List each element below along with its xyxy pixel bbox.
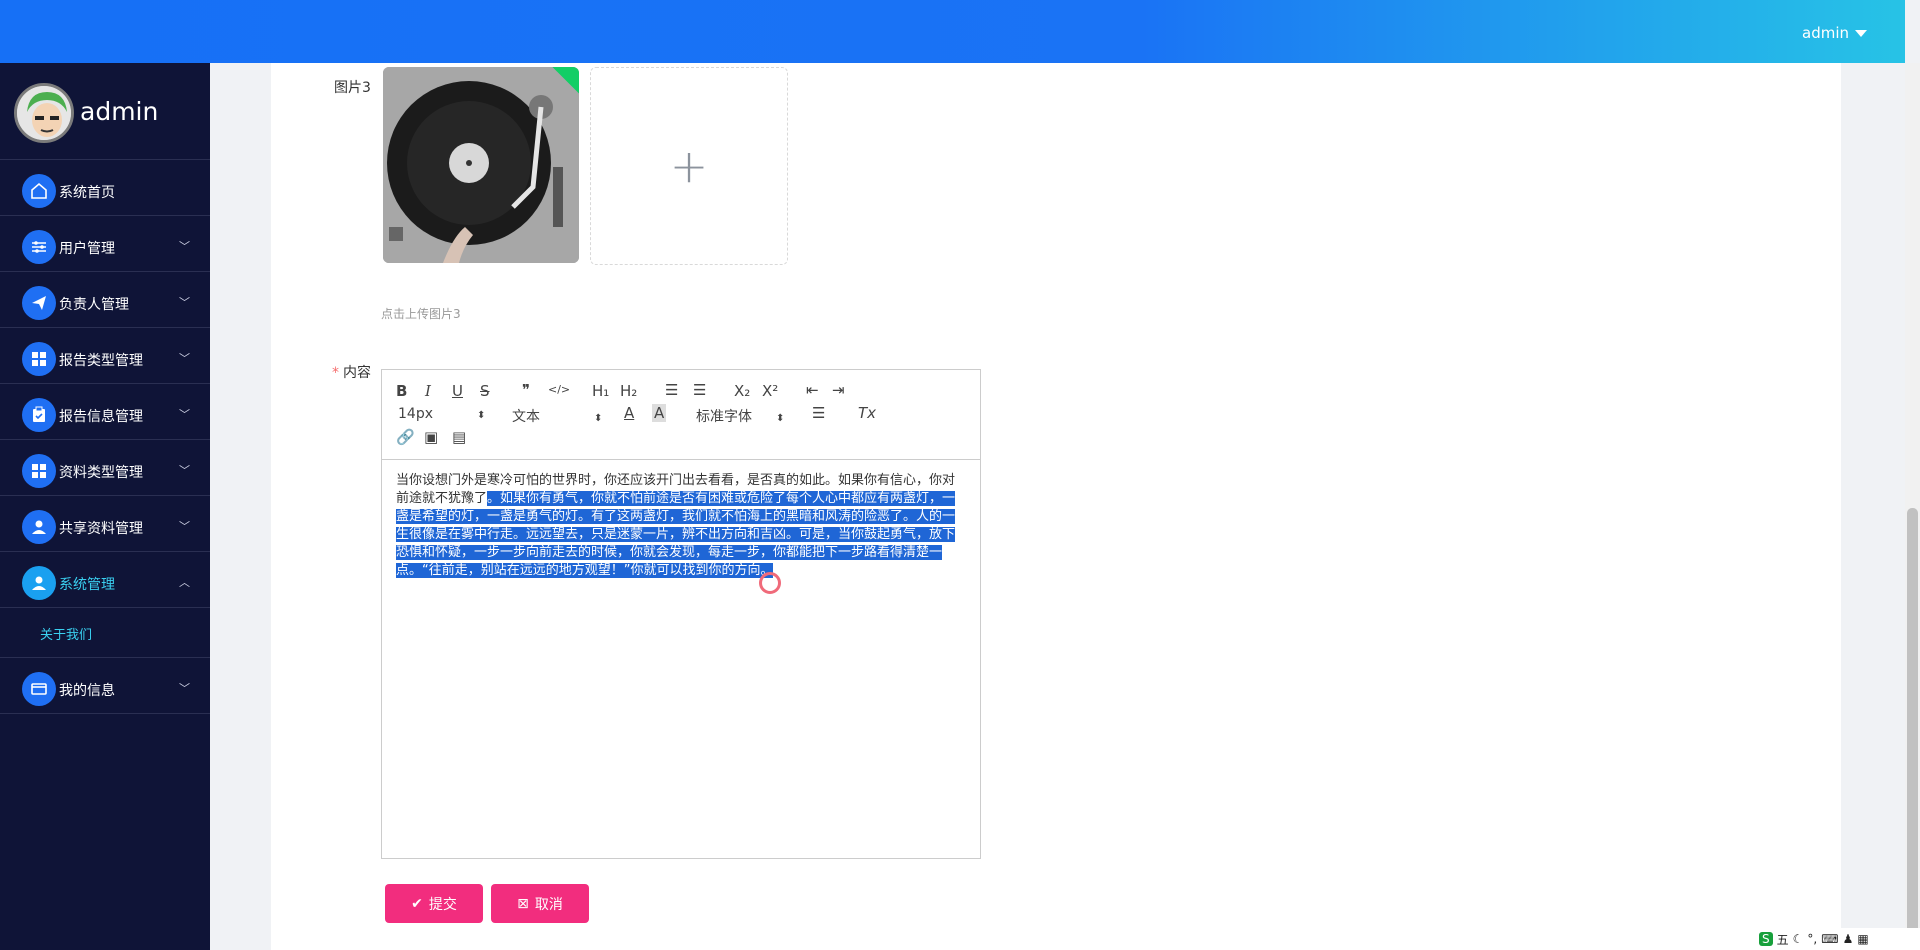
image-icon[interactable]: ▣ [424, 428, 438, 446]
clean-format-button[interactable]: Tx [858, 404, 876, 422]
chevron-down-icon: ﹀ [179, 240, 190, 253]
sidebar: admin 系统首页 用户管理 ﹀ 负责人管理 ﹀ 报告类型管理 ﹀ 报告信息管… [0, 63, 210, 950]
profile-name: admin [80, 97, 159, 126]
send-icon [22, 286, 56, 320]
h1-button[interactable]: H₁ [592, 382, 609, 400]
sidebar-item-my-info[interactable]: 我的信息 ﹀ [0, 658, 210, 714]
sidebar-item-material-types[interactable]: 资料类型管理 ﹀ [0, 440, 210, 496]
chevron-down-icon: ﹀ [179, 682, 190, 695]
user-icon [22, 510, 56, 544]
ordered-list-button[interactable]: ☰ [665, 381, 678, 399]
submit-button[interactable]: ✔ 提交 [385, 884, 483, 923]
keyboard-icon: ⌨ [1821, 932, 1839, 946]
superscript-button[interactable]: X² [762, 382, 778, 400]
punctuation-icon: °, [1807, 932, 1818, 946]
code-button[interactable]: </> [548, 383, 570, 396]
bullet-list-button[interactable]: ☰ [693, 381, 706, 399]
required-mark: * [332, 365, 339, 381]
bold-button[interactable]: B [396, 382, 407, 400]
ime-tray: S 五 ☾ °, ⌨ ♟ ▦ [1755, 928, 1920, 950]
chevron-down-icon: ﹀ [179, 352, 190, 365]
image-uploader[interactable]: + [590, 67, 788, 265]
sidebar-item-system[interactable]: 系统管理 ︿ [0, 552, 210, 608]
sidebar-item-report-types[interactable]: 报告类型管理 ﹀ [0, 328, 210, 384]
underline-button[interactable]: U [452, 382, 463, 400]
sidebar-item-label: 我的信息 [59, 683, 115, 699]
font-size-select[interactable]: 14px ⬍ [398, 406, 485, 422]
card-icon [22, 672, 56, 706]
sidebar-subitem-about[interactable]: 关于我们 [0, 608, 210, 658]
chevron-down-icon: ﹀ [179, 296, 190, 309]
background-color-icon[interactable]: A [652, 404, 667, 422]
chevron-up-icon: ︿ [179, 576, 190, 589]
font-color-icon[interactable]: A [624, 404, 634, 422]
sidebar-item-home[interactable]: 系统首页 [0, 160, 210, 216]
scrollbar-thumb[interactable] [1907, 508, 1918, 950]
close-box-icon: ⊠ [517, 895, 529, 912]
indent-button[interactable]: ⇥ [832, 381, 845, 399]
sliders-icon [22, 230, 56, 264]
uploaded-image[interactable] [383, 67, 579, 263]
click-indicator [759, 572, 781, 594]
clipboard-icon [22, 398, 56, 432]
ime-mode[interactable]: 五 [1777, 931, 1789, 948]
plus-icon: + [669, 139, 709, 193]
avatar [14, 83, 74, 143]
sidebar-item-label: 用户管理 [59, 241, 115, 257]
blockquote-button[interactable]: ❞ [522, 381, 530, 399]
top-header: admin [0, 0, 1905, 63]
user-icon: ♟ [1842, 932, 1854, 946]
check-icon: ✔ [411, 895, 423, 912]
sidebar-item-label: 系统管理 [59, 577, 115, 593]
sidebar-item-label: 系统首页 [59, 185, 115, 201]
grid-icon [22, 454, 56, 488]
grid-icon [22, 342, 56, 376]
page-scrollbar[interactable] [1905, 63, 1920, 950]
caret-down-icon [1855, 30, 1867, 37]
home-icon [22, 174, 56, 208]
strike-button[interactable]: S [480, 382, 490, 400]
chevron-down-icon: ﹀ [179, 408, 190, 421]
italic-button[interactable]: I [425, 382, 431, 400]
sidebar-item-label: 报告信息管理 [59, 409, 143, 425]
turntable-image [383, 67, 579, 263]
profile: admin [0, 63, 210, 160]
upload-tip: 点击上传图片3 [381, 307, 461, 321]
font-family-select[interactable]: 标准字体 ⬍ [696, 406, 784, 426]
user-menu[interactable]: admin [1802, 24, 1867, 42]
sidebar-item-shared-materials[interactable]: 共享资料管理 ﹀ [0, 496, 210, 552]
moon-icon: ☾ [1792, 932, 1804, 946]
rich-text-editor: B I U S ❞ </> H₁ H₂ ☰ ☰ X₂ X² ⇤ ⇥ 14px ⬍ … [381, 369, 981, 859]
sidebar-item-owners[interactable]: 负责人管理 ﹀ [0, 272, 210, 328]
editor-toolbar: B I U S ❞ </> H₁ H₂ ☰ ☰ X₂ X² ⇤ ⇥ 14px ⬍ … [382, 370, 980, 460]
sidebar-item-label: 负责人管理 [59, 297, 129, 313]
select-arrows-icon: ⬍ [477, 410, 486, 421]
apps-icon: ▦ [1857, 932, 1869, 946]
sidebar-item-label: 报告类型管理 [59, 353, 143, 369]
sidebar-item-label: 共享资料管理 [59, 521, 143, 537]
link-icon[interactable]: 🔗 [396, 428, 415, 446]
chevron-down-icon: ﹀ [179, 520, 190, 533]
block-format-select[interactable]: 文本 ⬍ [512, 406, 602, 426]
user-name: admin [1802, 24, 1849, 42]
chevron-down-icon: ﹀ [179, 464, 190, 477]
sidebar-item-users[interactable]: 用户管理 ﹀ [0, 216, 210, 272]
h2-button[interactable]: H₂ [620, 382, 637, 400]
pic3-label: 图片3 [334, 80, 371, 96]
ime-logo-icon: S [1759, 932, 1773, 946]
select-arrows-icon: ⬍ [594, 413, 603, 424]
user-icon [22, 566, 56, 600]
cancel-button[interactable]: ⊠ 取消 [491, 884, 589, 923]
select-arrows-icon: ⬍ [776, 413, 785, 424]
align-icon[interactable]: ☰ [812, 404, 825, 422]
sidebar-item-report-info[interactable]: 报告信息管理 ﹀ [0, 384, 210, 440]
outdent-button[interactable]: ⇤ [806, 381, 819, 399]
sidebar-item-label: 资料类型管理 [59, 465, 143, 481]
subscript-button[interactable]: X₂ [734, 382, 750, 400]
editor-content[interactable]: 当你设想门外是寒冷可怕的世界时，你还应该开门出去看看，是否真的如此。如果你有信心… [382, 460, 980, 592]
video-icon[interactable]: ▤ [452, 428, 466, 446]
content-label: * 内容 [332, 365, 371, 381]
